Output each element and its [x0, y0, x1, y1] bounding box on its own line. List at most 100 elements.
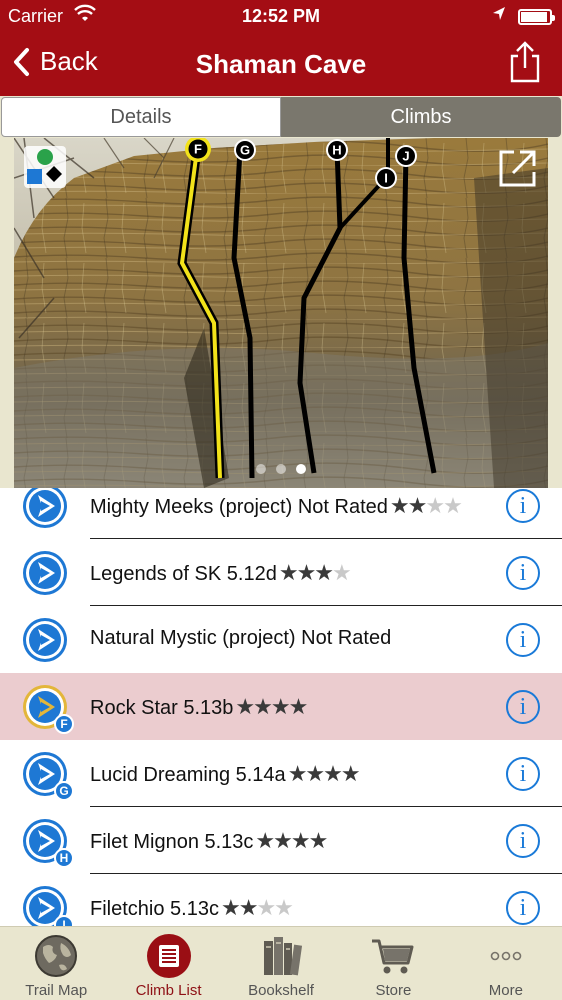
- star-filled-icon: ★: [238, 895, 259, 920]
- info-icon: i: [519, 559, 527, 586]
- route-marker-h: H: [332, 143, 341, 158]
- climb-type-icon: H: [22, 818, 74, 868]
- star-rating: ★★★★: [235, 694, 309, 719]
- books-icon: [264, 937, 303, 976]
- star-rating: ★★★★: [278, 560, 352, 585]
- star-filled-icon: ★: [270, 694, 291, 719]
- info-button[interactable]: i: [506, 556, 540, 590]
- climb-type-icon: F: [22, 684, 74, 734]
- route-marker-f: F: [194, 142, 202, 157]
- star-rating: ★★★★: [287, 761, 361, 786]
- climb-name: Filet Mignon 5.13c★★★★: [90, 828, 328, 854]
- route-letter-badge: I: [54, 915, 74, 926]
- legend-icon: [27, 149, 62, 184]
- climb-row[interactable]: Natural Mystic (project) Not Rated i: [0, 606, 562, 673]
- star-filled-icon: ★: [235, 694, 255, 719]
- info-button[interactable]: i: [506, 824, 540, 858]
- climb-name-text: Lucid Dreaming 5.14a: [90, 764, 286, 786]
- tab-store[interactable]: Store: [337, 927, 449, 1000]
- climb-name-text: Rock Star 5.13b: [90, 697, 234, 719]
- list-icon: [146, 934, 191, 978]
- tab-bookshelf-label: Bookshelf: [248, 982, 314, 999]
- share-button[interactable]: [508, 40, 542, 84]
- tab-more-label: More: [488, 982, 523, 999]
- climb-type-icon: I: [22, 885, 74, 926]
- expand-icon: [499, 150, 536, 187]
- star-filled-icon: ★: [290, 828, 311, 853]
- info-button[interactable]: i: [506, 690, 540, 724]
- star-filled-icon: ★: [253, 694, 273, 719]
- back-label: Back: [40, 46, 98, 76]
- location-icon: [492, 6, 506, 27]
- star-filled-icon: ★: [340, 761, 361, 786]
- star-filled-icon: ★: [389, 493, 410, 518]
- star-filled-icon: ★: [314, 560, 334, 585]
- route-letter-badge: H: [54, 848, 74, 868]
- star-filled-icon: ★: [288, 694, 309, 719]
- star-filled-icon: ★: [296, 560, 317, 585]
- climb-name-text: Mighty Meeks (project) Not Rated: [90, 496, 388, 518]
- tab-store-label: Store: [375, 982, 412, 999]
- route-letter-badge: F: [54, 714, 74, 734]
- tab-climb-list-label: Climb List: [135, 982, 202, 999]
- climb-type-icon: G: [22, 751, 74, 801]
- battery-icon: [518, 9, 555, 25]
- climb-name: Legends of SK 5.12d★★★★: [90, 560, 352, 586]
- climb-name: Filetchio 5.13c★★★★: [90, 895, 294, 921]
- tab-trail-map[interactable]: Trail Map: [0, 927, 112, 1000]
- climb-row[interactable]: F Rock Star 5.13b★★★★ i: [0, 673, 562, 740]
- tab-more[interactable]: More: [450, 927, 562, 1000]
- share-icon: [510, 41, 540, 83]
- climb-row[interactable]: Mighty Meeks (project) Not Rated★★★★ i: [0, 488, 562, 539]
- back-button[interactable]: Back: [12, 46, 98, 77]
- star-empty-icon: ★: [274, 895, 294, 920]
- chevron-left-icon: [14, 47, 29, 76]
- topo-photo[interactable]: F G H I J: [14, 138, 548, 488]
- legend-toggle-button[interactable]: [24, 146, 66, 188]
- climb-type-icon: [22, 617, 68, 663]
- star-filled-icon: ★: [305, 761, 325, 786]
- climb-name: Mighty Meeks (project) Not Rated★★★★: [90, 493, 463, 519]
- top-bar: Carrier 12:52 PM Back Shaman Cave: [0, 0, 562, 96]
- tab-climbs[interactable]: Climbs: [281, 97, 561, 137]
- tab-bookshelf[interactable]: Bookshelf: [225, 927, 337, 1000]
- climb-row[interactable]: H Filet Mignon 5.13c★★★★ i: [0, 807, 562, 874]
- star-empty-icon: ★: [425, 493, 445, 518]
- climb-type-icon: [22, 488, 68, 529]
- star-empty-icon: ★: [443, 493, 463, 518]
- climb-type-icon: [22, 550, 68, 596]
- climb-name: Natural Mystic (project) Not Rated: [90, 627, 391, 650]
- climb-name: Rock Star 5.13b★★★★: [90, 694, 309, 720]
- info-icon: i: [519, 894, 527, 921]
- info-icon: i: [519, 760, 527, 787]
- star-filled-icon: ★: [278, 560, 299, 585]
- info-icon: i: [519, 492, 527, 519]
- page-dot[interactable]: [276, 464, 286, 474]
- tab-details[interactable]: Details: [1, 97, 281, 137]
- page-dot[interactable]: [296, 464, 306, 474]
- climb-name-text: Filetchio 5.13c: [90, 898, 219, 920]
- info-button[interactable]: i: [506, 489, 540, 523]
- star-filled-icon: ★: [323, 761, 343, 786]
- climb-row[interactable]: Legends of SK 5.12d★★★★ i: [0, 539, 562, 606]
- page-dot[interactable]: [256, 464, 266, 474]
- climb-row[interactable]: I Filetchio 5.13c★★★★ i: [0, 874, 562, 926]
- route-letter-badge: G: [54, 781, 74, 801]
- tab-climb-list[interactable]: Climb List: [112, 927, 224, 1000]
- info-button[interactable]: i: [506, 891, 540, 925]
- clock: 12:52 PM: [241, 6, 321, 26]
- route-marker-g: G: [240, 143, 250, 158]
- segmented-control: Details Climbs: [0, 96, 562, 138]
- tab-trail-map-label: Trail Map: [25, 982, 88, 999]
- info-icon: i: [519, 827, 527, 854]
- photo-page-dots: [14, 464, 548, 474]
- star-rating: ★★★★: [389, 493, 463, 518]
- star-filled-icon: ★: [287, 761, 308, 786]
- expand-photo-button[interactable]: [498, 148, 538, 188]
- climb-name-text: Filet Mignon 5.13c: [90, 831, 254, 853]
- info-button[interactable]: i: [506, 623, 540, 657]
- climb-name-text: Legends of SK 5.12d: [90, 563, 277, 585]
- info-button[interactable]: i: [506, 757, 540, 791]
- topo-photo-container: F G H I J: [0, 138, 562, 488]
- climb-row[interactable]: G Lucid Dreaming 5.14a★★★★ i: [0, 740, 562, 807]
